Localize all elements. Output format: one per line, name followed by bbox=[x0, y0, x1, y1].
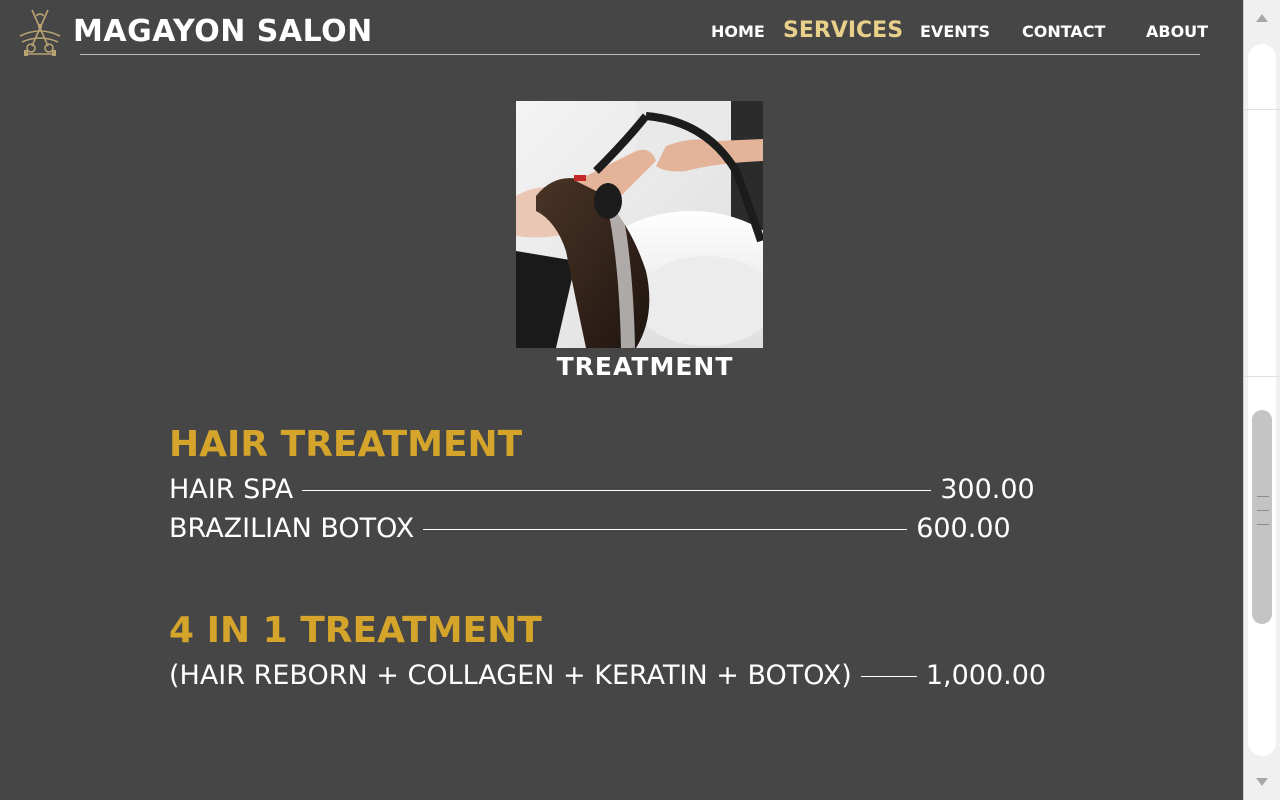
salon-logo-icon[interactable] bbox=[14, 6, 66, 58]
scroll-up-arrow-icon[interactable] bbox=[1244, 0, 1280, 36]
nav-contact[interactable]: CONTACT bbox=[1022, 22, 1105, 41]
brand-name[interactable]: MAGAYON SALON bbox=[73, 14, 373, 49]
treatment-caption: TREATMENT bbox=[556, 352, 734, 381]
nav-about[interactable]: ABOUT bbox=[1146, 22, 1208, 41]
treatment-photo bbox=[516, 101, 763, 348]
item-price: 1,000.00 bbox=[925, 660, 1047, 691]
thumb-grip-line bbox=[1257, 524, 1269, 525]
scrollbar-divider bbox=[1244, 109, 1280, 110]
site-header: MAGAYON SALON HOME SERVICES EVENTS CONTA… bbox=[0, 0, 1243, 62]
item-name: (HAIR REBORN + COLLAGEN + KERATIN + BOTO… bbox=[169, 660, 852, 691]
thumb-grip-line bbox=[1257, 496, 1269, 497]
item-name: HAIR SPA bbox=[169, 474, 294, 505]
price-leader bbox=[860, 676, 917, 677]
nav-events[interactable]: EVENTS bbox=[920, 22, 990, 41]
thumb-grip-line bbox=[1257, 510, 1269, 511]
menu-item-hair-spa: HAIR SPA 300.00 bbox=[169, 474, 1035, 505]
price-leader bbox=[423, 529, 908, 530]
price-leader bbox=[302, 490, 932, 491]
scrollbar-thumb[interactable] bbox=[1252, 410, 1272, 624]
section-title-4in1-treatment: 4 IN 1 TREATMENT bbox=[169, 610, 542, 651]
scrollbar-track[interactable] bbox=[1248, 44, 1276, 756]
scroll-down-arrow-icon[interactable] bbox=[1244, 764, 1280, 800]
header-divider bbox=[80, 54, 1200, 55]
vertical-scrollbar[interactable] bbox=[1243, 0, 1280, 800]
menu-item-brazilian-botox: BRAZILIAN BOTOX 600.00 bbox=[169, 513, 1011, 544]
services-page: MAGAYON SALON HOME SERVICES EVENTS CONTA… bbox=[0, 0, 1243, 800]
menu-item-4in1: (HAIR REBORN + COLLAGEN + KERATIN + BOTO… bbox=[169, 660, 1046, 691]
scrollbar-divider bbox=[1244, 376, 1280, 377]
item-price: 300.00 bbox=[940, 474, 1035, 505]
nav-services[interactable]: SERVICES bbox=[783, 18, 903, 43]
nav-home[interactable]: HOME bbox=[711, 22, 765, 41]
item-name: BRAZILIAN BOTOX bbox=[169, 513, 415, 544]
item-price: 600.00 bbox=[916, 513, 1011, 544]
section-title-hair-treatment: HAIR TREATMENT bbox=[169, 424, 523, 465]
